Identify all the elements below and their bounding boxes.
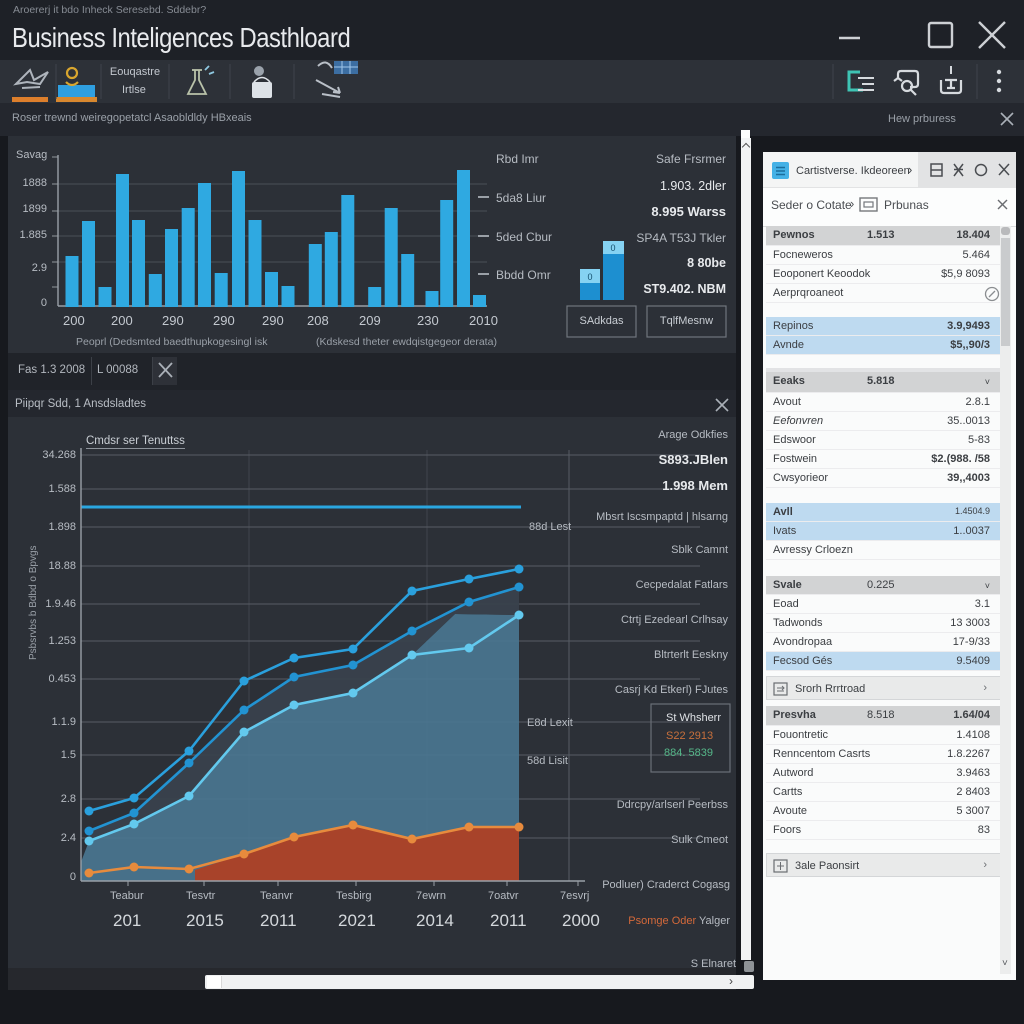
svg-text:0: 0 — [587, 272, 592, 282]
